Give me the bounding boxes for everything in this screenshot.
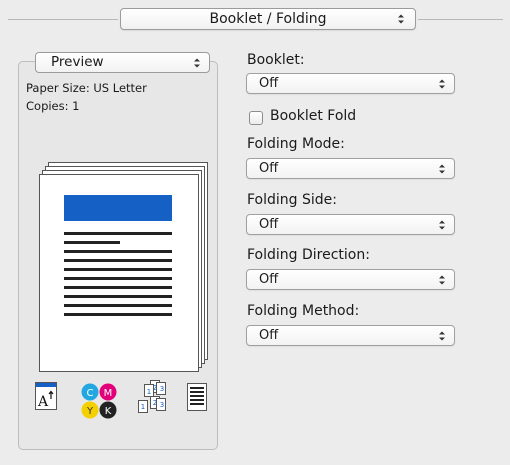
page-text-line [64,313,172,316]
folding-side-select[interactable]: Off [246,214,455,235]
cmyk-y-letter: Y [86,406,94,417]
text-size-icon[interactable]: A [35,382,57,410]
booklet-value: Off [259,76,279,91]
separator-line-left [8,19,118,20]
folding-direction-select[interactable]: Off [246,269,455,290]
cmyk-c-letter: C [87,388,94,399]
page-header-block [64,195,172,221]
page-order-icon[interactable]: 1 2 3 1 2 3 [132,380,174,420]
booklet-select[interactable]: Off [246,73,455,94]
updown-arrows-icon [436,74,448,93]
svg-text:A: A [37,394,49,410]
cmyk-color-icon[interactable]: C M Y K [80,382,120,420]
page-text-line [64,304,172,307]
page-text-line [64,286,172,289]
updown-arrows-icon [436,159,448,178]
page-text-line [64,268,172,271]
booklet-fold-label[interactable]: Booklet Fold [270,108,356,124]
page-order-digit: 1 [141,403,145,411]
page-order-digit: 1 [147,388,151,396]
page-text-line [64,277,172,280]
booklet-label: Booklet: [247,52,305,68]
separator-line-right [418,19,503,20]
preview-page-front [39,174,199,372]
panel-selector-popup[interactable]: Booklet / Folding [120,8,416,30]
updown-arrows-icon [395,9,407,29]
page-order-digit: 3 [160,385,164,393]
cmyk-k-letter: K [105,406,112,417]
updown-arrows-icon [436,326,448,345]
page-text-line [64,250,172,253]
preview-selector-popup[interactable]: Preview [35,52,210,73]
preview-selector-label: Preview [51,54,104,70]
cmyk-m-letter: M [104,388,113,399]
folding-method-value: Off [259,328,279,343]
folding-side-label: Folding Side: [247,192,337,208]
folding-side-value: Off [259,217,279,232]
document-lines-icon[interactable] [187,383,207,411]
folding-mode-value: Off [259,161,279,176]
updown-arrows-icon [191,53,203,72]
folding-mode-select[interactable]: Off [246,158,455,179]
folding-mode-label: Folding Mode: [247,136,345,152]
folding-method-label: Folding Method: [247,303,360,319]
page-text-line [64,232,172,235]
panel-selector-label: Booklet / Folding [209,11,327,27]
page-text-line [64,295,172,298]
updown-arrows-icon [436,215,448,234]
copies-text: Copies: 1 [26,99,80,113]
page-order-digit: 3 [160,401,164,409]
page-text-line [64,259,172,262]
page-text-line [64,241,120,244]
paper-size-text: Paper Size: US Letter [26,81,147,95]
page-order-digit: 2 [153,384,157,392]
folding-direction-value: Off [259,272,279,287]
folding-method-select[interactable]: Off [246,325,455,346]
booklet-fold-checkbox[interactable] [249,111,263,125]
updown-arrows-icon [436,270,448,289]
page-order-digit: 2 [153,399,157,407]
folding-direction-label: Folding Direction: [247,247,370,263]
